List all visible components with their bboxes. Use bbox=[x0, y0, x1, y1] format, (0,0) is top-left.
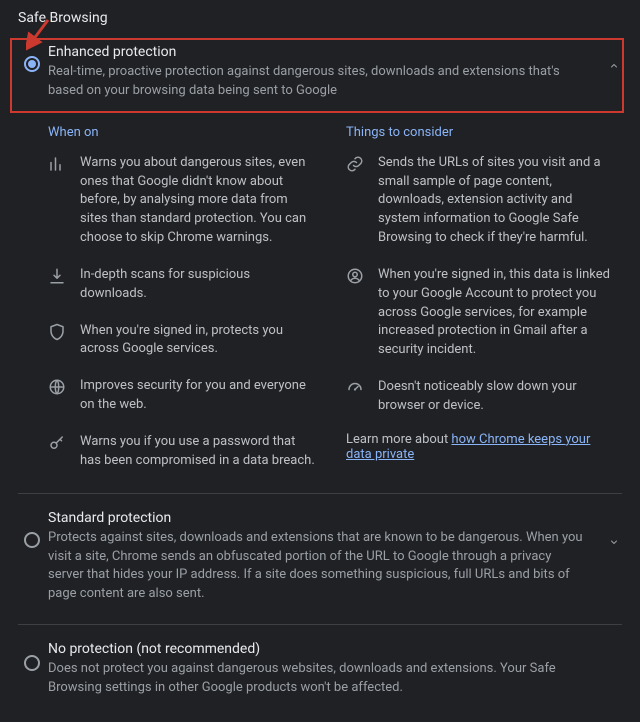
chevron-down-icon[interactable] bbox=[608, 536, 620, 552]
consider-header: Things to consider bbox=[346, 125, 614, 140]
shield-icon bbox=[48, 323, 66, 341]
link-icon bbox=[346, 155, 364, 173]
account-icon bbox=[346, 267, 364, 285]
learn-more-text: Learn more about how Chrome keeps your d… bbox=[346, 432, 614, 462]
radio-standard[interactable] bbox=[24, 532, 40, 548]
option-title: No protection (not recommended) bbox=[48, 641, 596, 657]
feature-text: When you're signed in, this data is link… bbox=[378, 266, 614, 360]
consider-column: Things to consider Sends the URLs of sit… bbox=[346, 125, 614, 471]
feature-row: When you're signed in, protects you acro… bbox=[48, 322, 316, 360]
option-title: Enhanced protection bbox=[48, 44, 596, 60]
download-icon bbox=[48, 267, 66, 285]
bar-chart-icon bbox=[48, 155, 66, 173]
option-standard-protection[interactable]: Standard protection Protects against sit… bbox=[0, 494, 640, 620]
chevron-up-icon[interactable] bbox=[608, 60, 620, 76]
enhanced-details: When on Warns you about dangerous sites,… bbox=[0, 115, 640, 489]
learn-more-prefix: Learn more about bbox=[346, 432, 451, 447]
option-description: Does not protect you against dangerous w… bbox=[48, 660, 596, 698]
feature-row: Doesn't noticeably slow down your browse… bbox=[346, 378, 614, 416]
key-icon bbox=[48, 434, 66, 452]
feature-text: Warns you about dangerous sites, even on… bbox=[80, 154, 316, 248]
radio-no-protection[interactable] bbox=[24, 655, 40, 671]
section-title: Safe Browsing bbox=[0, 0, 640, 36]
feature-row: In-depth scans for suspicious downloads. bbox=[48, 266, 316, 304]
feature-row: Warns you about dangerous sites, even on… bbox=[48, 154, 316, 248]
radio-enhanced[interactable] bbox=[24, 56, 40, 72]
feature-text: Warns you if you use a password that has… bbox=[80, 433, 316, 471]
feature-text: In-depth scans for suspicious downloads. bbox=[80, 266, 316, 304]
speed-icon bbox=[346, 379, 364, 397]
globe-icon bbox=[48, 378, 66, 396]
when-on-column: When on Warns you about dangerous sites,… bbox=[48, 125, 316, 471]
feature-row: When you're signed in, this data is link… bbox=[346, 266, 614, 360]
when-on-header: When on bbox=[48, 125, 316, 140]
feature-row: Warns you if you use a password that has… bbox=[48, 433, 316, 471]
feature-text: When you're signed in, protects you acro… bbox=[80, 322, 316, 360]
option-description: Real-time, proactive protection against … bbox=[48, 63, 596, 101]
option-description: Protects against sites, downloads and ex… bbox=[48, 529, 596, 604]
option-no-protection[interactable]: No protection (not recommended) Does not… bbox=[0, 625, 640, 722]
feature-row: Sends the URLs of sites you visit and a … bbox=[346, 154, 614, 248]
feature-text: Doesn't noticeably slow down your browse… bbox=[378, 378, 614, 416]
feature-text: Improves security for you and everyone o… bbox=[80, 377, 316, 415]
feature-text: Sends the URLs of sites you visit and a … bbox=[378, 154, 614, 248]
option-title: Standard protection bbox=[48, 510, 596, 526]
feature-row: Improves security for you and everyone o… bbox=[48, 377, 316, 415]
option-enhanced-protection[interactable]: Enhanced protection Real-time, proactive… bbox=[0, 36, 640, 115]
